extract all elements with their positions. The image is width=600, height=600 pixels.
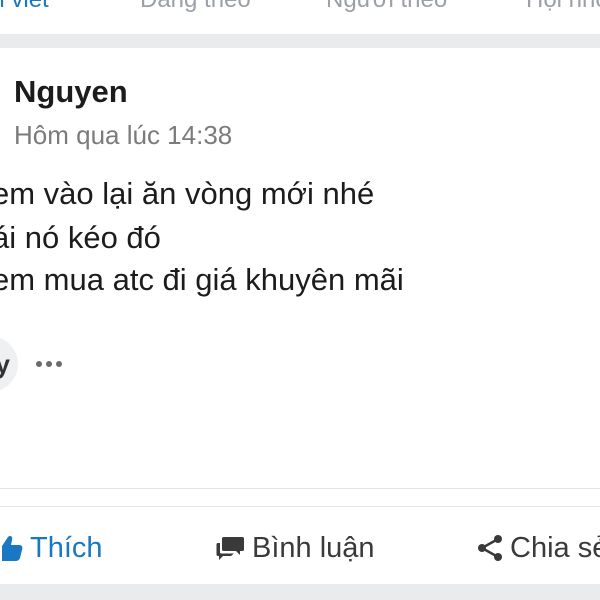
section-separator bbox=[0, 34, 600, 48]
thumbs-up-icon bbox=[2, 536, 23, 561]
comment-label: Bình luận bbox=[252, 531, 375, 564]
profile-tab-bar: Bài viết Đang theo Người theo Hội nhóm bbox=[0, 0, 600, 34]
like-label: Thích bbox=[30, 531, 103, 564]
reaction-avatar[interactable]: y bbox=[0, 336, 18, 392]
post-text-line: em mua atc đi giá khuyên mãi bbox=[0, 262, 404, 297]
comment-button[interactable]: Bình luận bbox=[216, 528, 375, 568]
reaction-glyph: y bbox=[0, 348, 10, 379]
divider bbox=[0, 506, 600, 507]
divider bbox=[0, 488, 600, 489]
share-nodes-icon bbox=[478, 535, 502, 561]
post-author-name[interactable]: Nguyen bbox=[14, 74, 128, 110]
share-button[interactable]: Chia sẻ bbox=[476, 528, 600, 568]
section-separator bbox=[0, 584, 600, 600]
post-timestamp[interactable]: Hôm qua lúc 14:38 bbox=[14, 120, 232, 151]
tab-followers[interactable]: Người theo bbox=[326, 0, 447, 14]
post-text-line: em vào lại ăn vòng mới nhé bbox=[0, 176, 375, 211]
more-dots-icon[interactable] bbox=[36, 354, 70, 374]
like-button[interactable]: Thích bbox=[0, 528, 103, 568]
post-screen: Bài viết Đang theo Người theo Hội nhóm N… bbox=[0, 0, 600, 600]
post-text-line: ái nó kéo đó bbox=[0, 220, 161, 255]
post-card: Nguyen Hôm qua lúc 14:38 em vào lại ăn v… bbox=[0, 48, 600, 584]
tab-following[interactable]: Đang theo bbox=[140, 0, 251, 14]
tab-groups[interactable]: Hội nhóm bbox=[526, 0, 600, 14]
speech-bubble-icon bbox=[216, 537, 244, 560]
tab-posts[interactable]: Bài viết bbox=[0, 0, 49, 14]
share-label: Chia sẻ bbox=[510, 531, 600, 564]
